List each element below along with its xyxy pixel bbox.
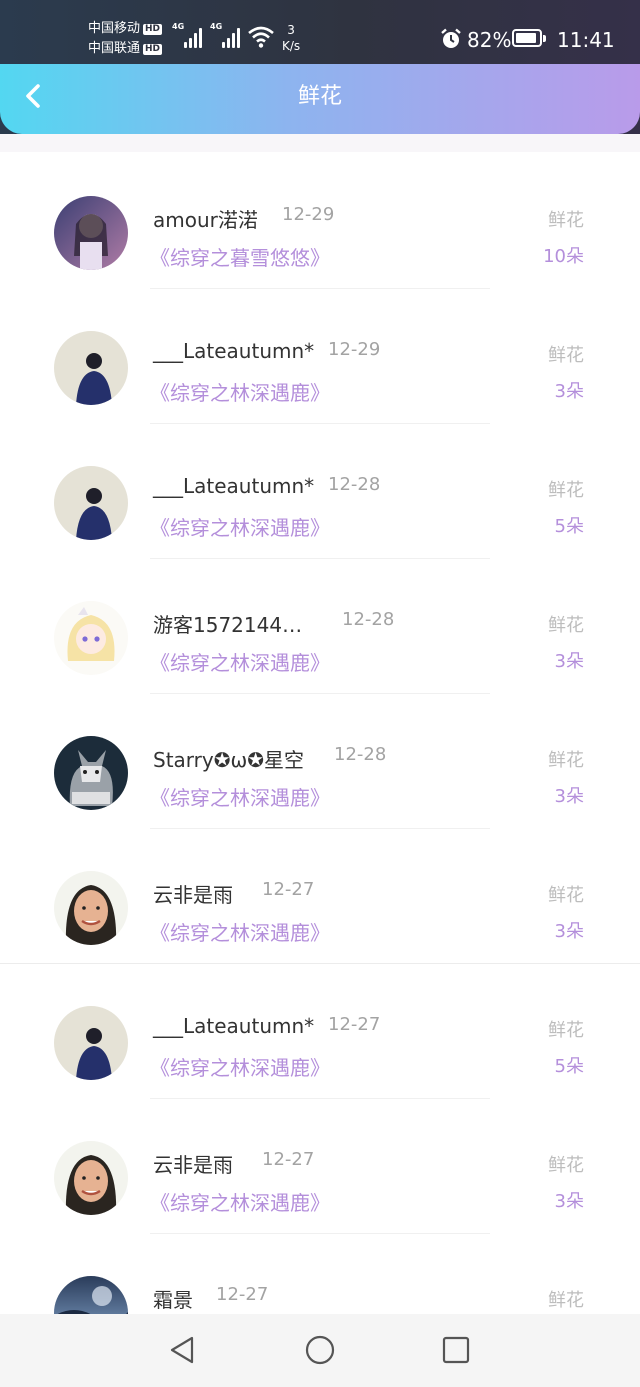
user-name[interactable]: 游客1572144… — [153, 609, 302, 638]
avatar[interactable] — [54, 331, 128, 405]
book-title[interactable]: 《综穿之暮雪悠悠》 — [150, 242, 330, 271]
list-item[interactable]: ___Lateautumn* 12-29 《综穿之林深遇鹿》 鲜花 3朵 — [0, 289, 640, 424]
user-name[interactable]: amour渃渃 — [153, 204, 258, 233]
book-title[interactable]: 《综穿之林深遇鹿》 — [150, 1187, 330, 1216]
avatar[interactable] — [54, 601, 128, 675]
home-circle-icon[interactable] — [304, 1334, 336, 1366]
status-bar: 中国移动 HD 中国联通 HD 4G 4G 3 K/s 82% 11:41 — [0, 0, 640, 64]
book-title[interactable]: 《综穿之林深遇鹿》 — [150, 512, 330, 541]
gift-record-list[interactable]: amour渃渃 12-29 《综穿之暮雪悠悠》 鲜花 10朵 ___Lateau… — [0, 134, 640, 1314]
gift-count: 10朵 — [543, 246, 584, 267]
list-item[interactable]: 云非是雨 12-27 《综穿之林深遇鹿》 鲜花 3朵 — [0, 829, 640, 964]
list-item[interactable]: 霜景 12-27 鲜花 — [0, 1234, 640, 1314]
gift-type: 鲜花 — [548, 885, 584, 906]
gift-type: 鲜花 — [548, 480, 584, 501]
avatar[interactable] — [54, 736, 128, 810]
user-name[interactable]: 霜景 — [153, 1284, 193, 1313]
record-date: 12-27 — [262, 1149, 315, 1170]
gift-count: 3朵 — [554, 921, 584, 942]
avatar[interactable] — [54, 196, 128, 270]
net-speed: 3 K/s — [282, 22, 300, 54]
record-date: 12-28 — [334, 744, 387, 765]
book-title[interactable]: 《综穿之林深遇鹿》 — [150, 647, 330, 676]
book-title[interactable]: 《综穿之林深遇鹿》 — [150, 1052, 330, 1081]
user-name[interactable]: ___Lateautumn* — [153, 1014, 314, 1038]
book-title[interactable]: 《综穿之林深遇鹿》 — [150, 377, 330, 406]
list-item[interactable]: amour渃渃 12-29 《综穿之暮雪悠悠》 鲜花 10朵 — [0, 134, 640, 289]
battery-icon — [512, 29, 546, 47]
user-name[interactable]: ___Lateautumn* — [153, 339, 314, 363]
record-date: 12-28 — [328, 474, 381, 495]
recents-square-icon[interactable] — [440, 1334, 472, 1366]
avatar[interactable] — [54, 1276, 128, 1314]
page-title: 鲜花 — [297, 84, 342, 109]
record-date: 12-27 — [328, 1014, 381, 1035]
avatar[interactable] — [54, 1006, 128, 1080]
user-name[interactable]: 云非是雨 — [153, 879, 233, 908]
book-title[interactable]: 《综穿之林深遇鹿》 — [150, 917, 330, 946]
system-nav-bar — [0, 1314, 640, 1387]
gift-count: 3朵 — [554, 651, 584, 672]
hd-badge: HD — [143, 24, 163, 35]
record-date: 12-29 — [282, 204, 335, 225]
gift-count: 3朵 — [554, 381, 584, 402]
record-date: 12-27 — [216, 1284, 269, 1305]
record-date: 12-29 — [328, 339, 381, 360]
user-name[interactable]: ___Lateautumn* — [153, 474, 314, 498]
gift-count: 5朵 — [554, 516, 584, 537]
gift-type: 鲜花 — [548, 750, 584, 771]
list-item[interactable]: ___Lateautumn* 12-27 《综穿之林深遇鹿》 鲜花 5朵 — [0, 964, 640, 1099]
gift-count: 3朵 — [554, 1191, 584, 1212]
hd-badge: HD — [143, 44, 163, 55]
network-type-1: 4G — [172, 22, 185, 31]
gift-type: 鲜花 — [548, 210, 584, 231]
back-triangle-icon[interactable] — [166, 1334, 198, 1366]
net-speed-value: 3 — [287, 23, 295, 37]
alarm-clock-icon — [441, 28, 461, 48]
carrier-1: 中国移动 HD — [88, 21, 163, 37]
gift-count: 3朵 — [554, 786, 584, 807]
carrier-2-label: 中国联通 — [88, 41, 141, 56]
net-speed-unit: K/s — [282, 39, 301, 53]
avatar[interactable] — [54, 1141, 128, 1215]
record-date: 12-27 — [262, 879, 315, 900]
user-name[interactable]: 云非是雨 — [153, 1149, 233, 1178]
battery-percent: 82% — [467, 28, 512, 52]
list-item[interactable]: 游客1572144… 12-28 《综穿之林深遇鹿》 鲜花 3朵 — [0, 559, 640, 694]
carrier-2: 中国联通 HD — [88, 41, 163, 57]
gift-type: 鲜花 — [548, 1155, 584, 1176]
list-item[interactable]: 云非是雨 12-27 《综穿之林深遇鹿》 鲜花 3朵 — [0, 1099, 640, 1234]
list-item[interactable]: ___Lateautumn* 12-28 《综穿之林深遇鹿》 鲜花 5朵 — [0, 424, 640, 559]
gift-type: 鲜花 — [548, 1290, 584, 1311]
gift-type: 鲜花 — [548, 345, 584, 366]
network-type-2: 4G — [210, 22, 223, 31]
gift-type: 鲜花 — [548, 1020, 584, 1041]
book-title[interactable]: 《综穿之林深遇鹿》 — [150, 782, 330, 811]
user-name[interactable]: Starry✪ω✪星空 — [153, 744, 304, 773]
avatar[interactable] — [54, 871, 128, 945]
avatar[interactable] — [54, 466, 128, 540]
record-date: 12-28 — [342, 609, 395, 630]
gift-type: 鲜花 — [548, 615, 584, 636]
clock: 11:41 — [557, 28, 615, 52]
carrier-1-label: 中国移动 — [88, 21, 141, 36]
gift-count: 5朵 — [554, 1056, 584, 1077]
list-item[interactable]: Starry✪ω✪星空 12-28 《综穿之林深遇鹿》 鲜花 3朵 — [0, 694, 640, 829]
wifi-icon — [248, 26, 274, 48]
